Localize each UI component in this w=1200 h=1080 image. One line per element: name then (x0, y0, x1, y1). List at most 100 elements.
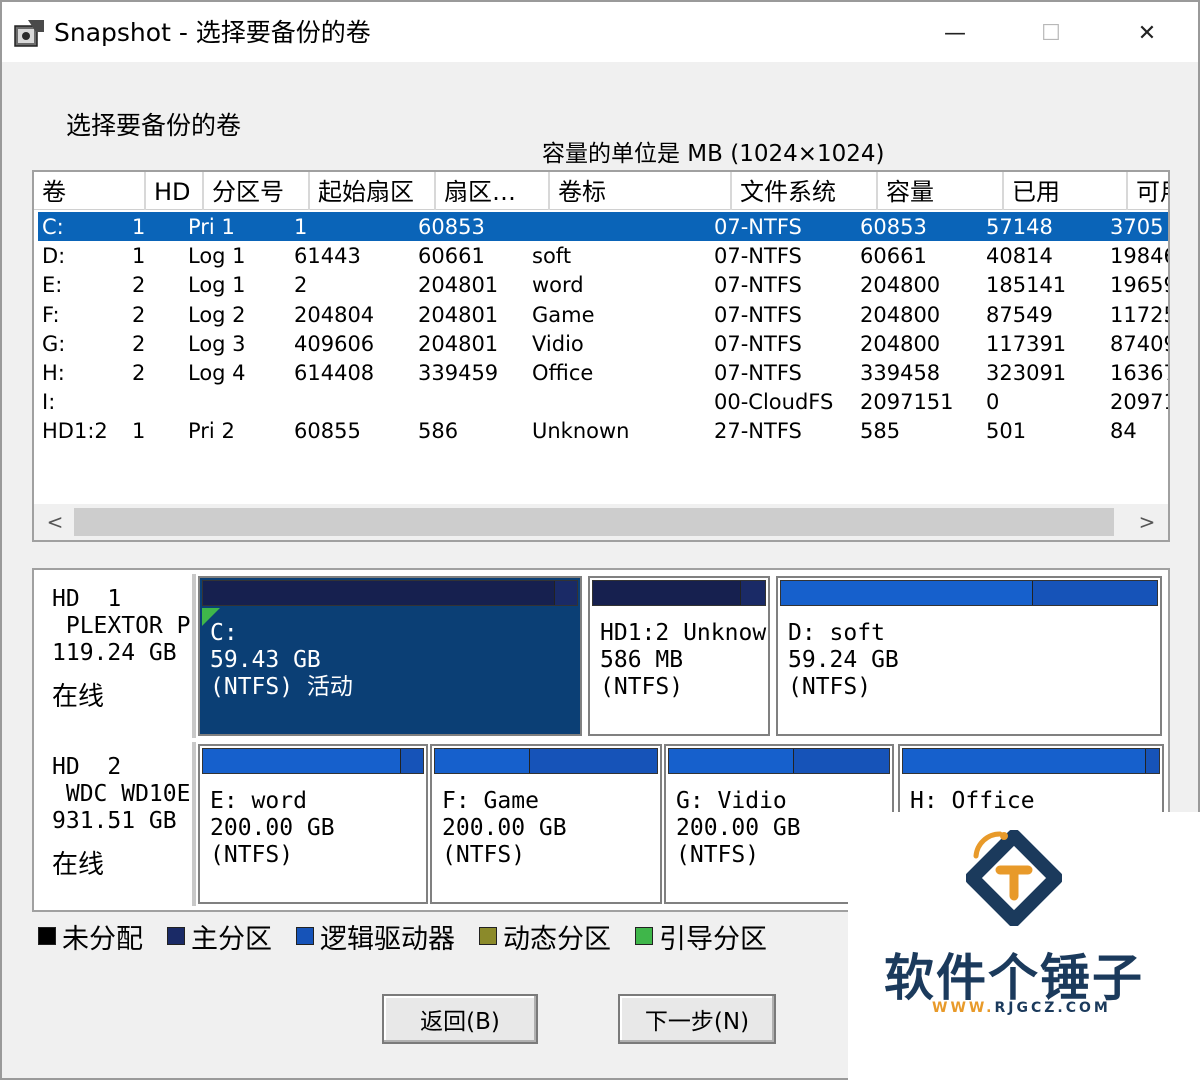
volume-cell: C: (42, 215, 64, 239)
partition-label: G: Vidio (676, 788, 787, 814)
partition-block[interactable]: E: word 200.00 GB (NTFS) (198, 744, 428, 904)
partition-block[interactable]: C: 59.43 GB (NTFS) 活动 (198, 576, 582, 736)
volume-cell: 60661 (418, 244, 485, 269)
close-button[interactable]: ✕ (1102, 8, 1192, 58)
column-header[interactable]: 扇区… (436, 172, 550, 210)
partition-block[interactable]: F: Game 200.00 GB (NTFS) (430, 744, 662, 904)
partition-fs: (NTFS) (442, 842, 526, 868)
window-title: Snapshot - 选择要备份的卷 (54, 18, 371, 47)
legend-label: 动态分区 (503, 923, 611, 955)
volume-cell: 204801 (418, 273, 499, 298)
column-header[interactable]: 容量 (878, 172, 1004, 210)
partition-usage-fill (903, 749, 1147, 773)
volume-cell: 2 (132, 302, 146, 327)
volume-cell: 204800 (860, 331, 941, 356)
volume-cell: 1 (132, 215, 146, 239)
volume-cell: E: (42, 273, 63, 298)
volume-cell: 2097151 (1110, 390, 1168, 415)
legend-item: 主分区 (167, 917, 272, 956)
next-button[interactable]: 下一步(N) (618, 994, 776, 1044)
title-bar[interactable]: Snapshot - 选择要备份的卷 — ☐ ✕ (2, 2, 1198, 62)
partition-block[interactable]: D: soft 59.24 GB (NTFS) (776, 576, 1162, 736)
horizontal-scrollbar[interactable]: < > (34, 504, 1168, 540)
volume-cell: 61443 (294, 244, 361, 269)
volume-cell: 1 (132, 419, 146, 444)
partition-size: 200.00 GB (442, 815, 567, 841)
volume-row[interactable]: F: 2 Log 2 204804 204801 Game 07-NTFS 204800 875… (38, 300, 1168, 329)
partition-usage-bar (202, 580, 578, 606)
partition-usage-fill (203, 581, 555, 605)
volume-cell: Office (532, 361, 594, 385)
column-header[interactable]: 文件系统 (732, 172, 878, 210)
partition-info: F: Game 200.00 GB (NTFS) (442, 788, 567, 869)
volume-cell: 3705 (1110, 215, 1164, 239)
volume-cell: 0 (986, 390, 1000, 415)
volume-cell: 07-NTFS (714, 273, 802, 298)
disk-status: 在线 (52, 682, 105, 712)
column-header[interactable]: 已用 (1004, 172, 1128, 210)
volume-cell: Game (532, 302, 595, 327)
back-button[interactable]: 返回(B) (382, 994, 538, 1044)
volume-cell: HD1:2 (42, 419, 108, 444)
minimize-button[interactable]: — (910, 8, 1000, 58)
watermark-url-prefix: WWW. (932, 1000, 995, 1016)
partition-label: E: word (210, 788, 307, 814)
volume-row[interactable]: E: 2 Log 1 2 204801 word 07-NTFS 204800 185141 19… (38, 270, 1168, 299)
volume-cell: 19659 (1110, 273, 1168, 298)
disk-name: HD 1 (52, 586, 122, 612)
volume-row[interactable]: D: 1 Log 1 61443 60661 soft 07-NTFS 60661 40814 1… (38, 241, 1168, 270)
volume-cell: 185141 (986, 273, 1067, 298)
column-header[interactable]: 起始扇区 (310, 172, 436, 210)
volume-row[interactable]: G: 2 Log 3 409606 204801 Vidio 07-NTFS 204800 11… (38, 329, 1168, 358)
watermark-url-domain: RJGCZ.COM (994, 1000, 1111, 1016)
partition-info: E: word 200.00 GB (NTFS) (210, 788, 335, 869)
column-header[interactable]: 卷 (34, 172, 146, 210)
legend-swatch (38, 927, 56, 945)
volume-cell: 60853 (860, 215, 927, 239)
volume-cell (188, 387, 288, 416)
volume-list[interactable]: 卷HD分区号起始扇区扇区…卷标文件系统容量已用可用 C: 1 Pri 1 1 60853… (32, 170, 1170, 542)
watermark-url: WWW.RJGCZ.COM (932, 1000, 1111, 1016)
volume-row[interactable]: C: 1 Pri 1 1 60853 07-NTFS 60853 57148 3705 (38, 212, 1168, 241)
volume-cell: 1 (132, 244, 146, 269)
partition-info: HD1:2 Unknown 586 MB (NTFS) (600, 620, 768, 701)
scroll-left-arrow[interactable]: < (38, 504, 72, 540)
partition-usage-bar (668, 748, 890, 774)
legend-swatch (479, 927, 497, 945)
scrollbar-thumb[interactable] (74, 508, 1114, 536)
volume-cell: 00-CloudFS (714, 390, 834, 415)
volume-row[interactable]: H: 2 Log 4 614408 339459 Office 07-NTFS 339458 3… (38, 358, 1168, 387)
volume-cell: 40814 (986, 244, 1053, 269)
partition-block[interactable]: HD1:2 Unknown 586 MB (NTFS) (588, 576, 770, 736)
partition-label: C: (210, 620, 238, 646)
volume-cell: 07-NTFS (714, 215, 802, 239)
volume-cell: 87409 (1110, 331, 1168, 356)
volume-cell: Vidio (532, 331, 584, 356)
volume-cell: 60853 (418, 215, 485, 239)
maximize-button[interactable]: ☐ (1006, 8, 1096, 58)
volume-cell: 409606 (294, 331, 375, 356)
partition-info: C: 59.43 GB (NTFS) 活动 (210, 620, 353, 701)
disk-model: WDC WD10E (52, 781, 191, 807)
column-header[interactable]: 卷标 (550, 172, 732, 210)
volume-list-header: 卷HD分区号起始扇区扇区…卷标文件系统容量已用可用 (34, 172, 1168, 210)
snapshot-app-icon (14, 20, 44, 47)
partition-size: 59.43 GB (210, 647, 321, 673)
volume-cell: 339458 (860, 361, 941, 385)
volume-row[interactable]: HD1:2 1 Pri 2 60855 586 Unknown 27-NTFS 585 501 8… (38, 416, 1168, 445)
column-header[interactable]: 可用 (1128, 172, 1168, 210)
scroll-right-arrow[interactable]: > (1130, 504, 1164, 540)
volume-cell: H: (42, 361, 65, 385)
partition-size: 59.24 GB (788, 647, 899, 673)
capacity-unit-note: 容量的单位是 MB (1024×1024) (542, 141, 885, 167)
partition-usage-fill (203, 749, 401, 773)
volume-row[interactable]: I: 00-CloudFS 2097151 0 2097151 (38, 387, 1168, 416)
volume-cell: F: (42, 302, 60, 327)
column-header[interactable]: HD (146, 172, 204, 210)
volume-cell: 1 (294, 215, 308, 239)
volume-cell: Log 1 (188, 244, 246, 269)
column-header[interactable]: 分区号 (204, 172, 310, 210)
volume-cell: 117391 (986, 331, 1067, 356)
partition-fs: (NTFS) 活动 (210, 674, 353, 700)
legend-label: 未分配 (62, 923, 143, 955)
